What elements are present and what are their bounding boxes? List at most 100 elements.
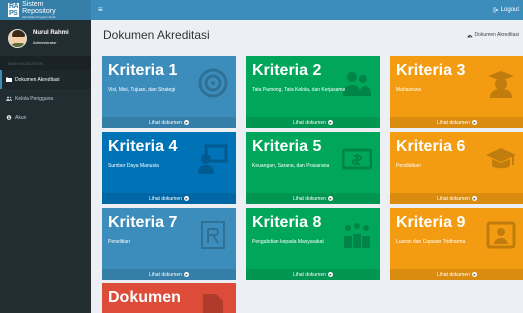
dashboard-icon xyxy=(467,34,473,38)
box-desc: Tata Pamong, Tata Kelola, dan Kerjasama xyxy=(252,87,346,93)
sidebar-item-akun[interactable]: Akun xyxy=(0,108,91,127)
kriteria-1-box: Kriteria 1 Visi, Misi, Tujuan, dan Strat… xyxy=(102,56,236,128)
dokumen-box: Dokumen xyxy=(102,283,236,313)
users-icon xyxy=(343,72,371,96)
sidebar: RA PS Sistem Repository Akreditasi Progr… xyxy=(0,0,91,313)
lihat-dokumen-link[interactable]: Lihat dokumen ➤ xyxy=(390,193,523,204)
logo-line3: Akreditasi Program Studi xyxy=(22,15,56,19)
link-label: Lihat dokumen xyxy=(293,271,326,278)
lihat-dokumen-link[interactable]: Lihat dokumen ➤ xyxy=(102,117,236,128)
content-header: Dokumen Akreditasi Dokumen Akreditasi xyxy=(91,20,523,50)
sidebar-header: MAIN NAVIGATION xyxy=(0,56,91,70)
logo-line1: Sistem xyxy=(22,1,44,8)
kriteria-2-box: Kriteria 2 Tata Pamong, Tata Kelola, dan… xyxy=(246,56,380,128)
lihat-dokumen-link[interactable]: Lihat dokumen ➤ xyxy=(390,269,523,280)
arrow-circle-icon: ➤ xyxy=(183,120,189,125)
arrow-circle-icon: ➤ xyxy=(471,272,477,277)
lihat-dokumen-link[interactable]: Lihat dokumen ➤ xyxy=(246,269,380,280)
graduation-cap-icon xyxy=(486,148,516,169)
community-icon xyxy=(344,223,370,248)
box-desc: Pendidikan xyxy=(396,163,421,169)
kriteria-4-box: Kriteria 4 Sumber Daya Manusia Lihat dok… xyxy=(102,132,236,204)
sidebar-item-label: Kelola Pengguna xyxy=(15,95,54,102)
box-title: Kriteria 6 xyxy=(396,138,466,155)
logo-mark-bottom: PS xyxy=(9,10,18,17)
link-label: Lihat dokumen xyxy=(293,119,326,126)
logout-button[interactable]: Logout xyxy=(493,7,519,13)
page-title: Dokumen Akreditasi xyxy=(103,28,210,42)
box-desc: Sumber Daya Manusia xyxy=(108,163,159,169)
kriteria-6-box: Kriteria 6 Pendidikan Lihat dokumen ➤ xyxy=(390,132,523,204)
sidebar-item-label: Akun xyxy=(15,114,27,121)
logo-mark: RA PS xyxy=(8,3,20,17)
box-title: Kriteria 2 xyxy=(252,62,322,79)
link-label: Lihat dokumen xyxy=(149,271,182,278)
folder-icon xyxy=(6,77,12,82)
target-icon xyxy=(198,68,228,98)
link-label: Lihat dokumen xyxy=(149,195,182,202)
lihat-dokumen-link[interactable]: Lihat dokumen ➤ xyxy=(246,117,380,128)
logout-icon xyxy=(493,7,499,13)
sidebar-item-kelola-pengguna[interactable]: Kelola Pengguna xyxy=(0,89,91,108)
app-logo[interactable]: RA PS Sistem Repository Akreditasi Progr… xyxy=(0,0,91,20)
lihat-dokumen-link[interactable]: Lihat dokumen ➤ xyxy=(102,269,236,280)
logo-text: Sistem Repository Akreditasi Program Stu… xyxy=(22,1,55,19)
logo-line2: Repository xyxy=(22,8,56,15)
arrow-circle-icon: ➤ xyxy=(327,272,333,277)
box-title: Kriteria 3 xyxy=(396,62,466,79)
document-icon xyxy=(203,294,223,313)
breadcrumb-label: Dokumen Akreditasi xyxy=(474,32,519,38)
box-desc: Mahasiswa xyxy=(396,87,422,93)
logout-label: Logout xyxy=(500,7,519,13)
box-title: Kriteria 9 xyxy=(396,214,466,231)
arrow-circle-icon: ➤ xyxy=(471,196,477,201)
link-label: Lihat dokumen xyxy=(437,119,470,126)
kriteria-8-box: Kriteria 8 Pengabdian kepada Masyarakat … xyxy=(246,208,380,280)
id-card-icon xyxy=(486,221,516,249)
kriteria-3-box: Kriteria 3 Mahasiswa Lihat dokumen ➤ xyxy=(390,56,523,128)
user-panel: Nurul Rahmi Administrator xyxy=(0,20,91,56)
box-title: Kriteria 4 xyxy=(108,138,178,155)
breadcrumb[interactable]: Dokumen Akreditasi xyxy=(467,32,519,38)
box-desc: Visi, Misi, Tujuan, dan Strategi xyxy=(108,87,176,93)
lihat-dokumen-link[interactable]: Lihat dokumen ➤ xyxy=(246,193,380,204)
lihat-dokumen-link[interactable]: Lihat dokumen ➤ xyxy=(390,117,523,128)
box-title: Kriteria 5 xyxy=(252,138,322,155)
kriteria-9-box: Kriteria 9 Luaran dan Capaian Tridharma … xyxy=(390,208,523,280)
research-book-icon xyxy=(201,221,225,249)
menu-toggle-icon[interactable]: ≡ xyxy=(98,6,103,14)
user-name: Nurul Rahmi xyxy=(33,30,69,36)
avatar xyxy=(8,28,27,48)
link-label: Lihat dokumen xyxy=(293,195,326,202)
users-icon xyxy=(6,96,12,101)
teacher-icon xyxy=(198,144,228,174)
box-desc: Penelitian xyxy=(108,239,130,245)
box-title: Kriteria 7 xyxy=(108,214,178,231)
kriteria-5-box: Kriteria 5 Keuangan, Sarana, dan Prasara… xyxy=(246,132,380,204)
topbar: ≡ Logout xyxy=(91,0,523,20)
box-desc: Luaran dan Capaian Tridharma xyxy=(396,239,466,245)
box-desc: Keuangan, Sarana, dan Prasarana xyxy=(252,163,330,169)
user-circle-icon xyxy=(6,115,12,120)
kriteria-7-box: Kriteria 7 Penelitian Lihat dokumen ➤ xyxy=(102,208,236,280)
link-label: Lihat dokumen xyxy=(149,119,182,126)
box-title: Kriteria 1 xyxy=(108,62,178,79)
arrow-circle-icon: ➤ xyxy=(183,272,189,277)
box-desc: Pengabdian kepada Masyarakat xyxy=(252,239,324,245)
arrow-circle-icon: ➤ xyxy=(327,120,333,125)
sidebar-item-dokumen-akreditasi[interactable]: Dokumen Akreditasi xyxy=(0,70,91,89)
link-label: Lihat dokumen xyxy=(437,195,470,202)
sidebar-item-label: Dokumen Akreditasi xyxy=(15,76,60,83)
logo-mark-top: RA xyxy=(9,3,19,10)
box-title: Dokumen xyxy=(108,289,181,306)
arrow-circle-icon: ➤ xyxy=(471,120,477,125)
money-icon xyxy=(342,148,372,170)
link-label: Lihat dokumen xyxy=(437,271,470,278)
lihat-dokumen-link[interactable]: Lihat dokumen ➤ xyxy=(102,193,236,204)
arrow-circle-icon: ➤ xyxy=(327,196,333,201)
arrow-circle-icon: ➤ xyxy=(183,196,189,201)
user-info: Nurul Rahmi Administrator xyxy=(33,29,69,47)
user-role: Administrator xyxy=(33,40,57,45)
graduate-icon xyxy=(488,71,514,98)
box-title: Kriteria 8 xyxy=(252,214,322,231)
